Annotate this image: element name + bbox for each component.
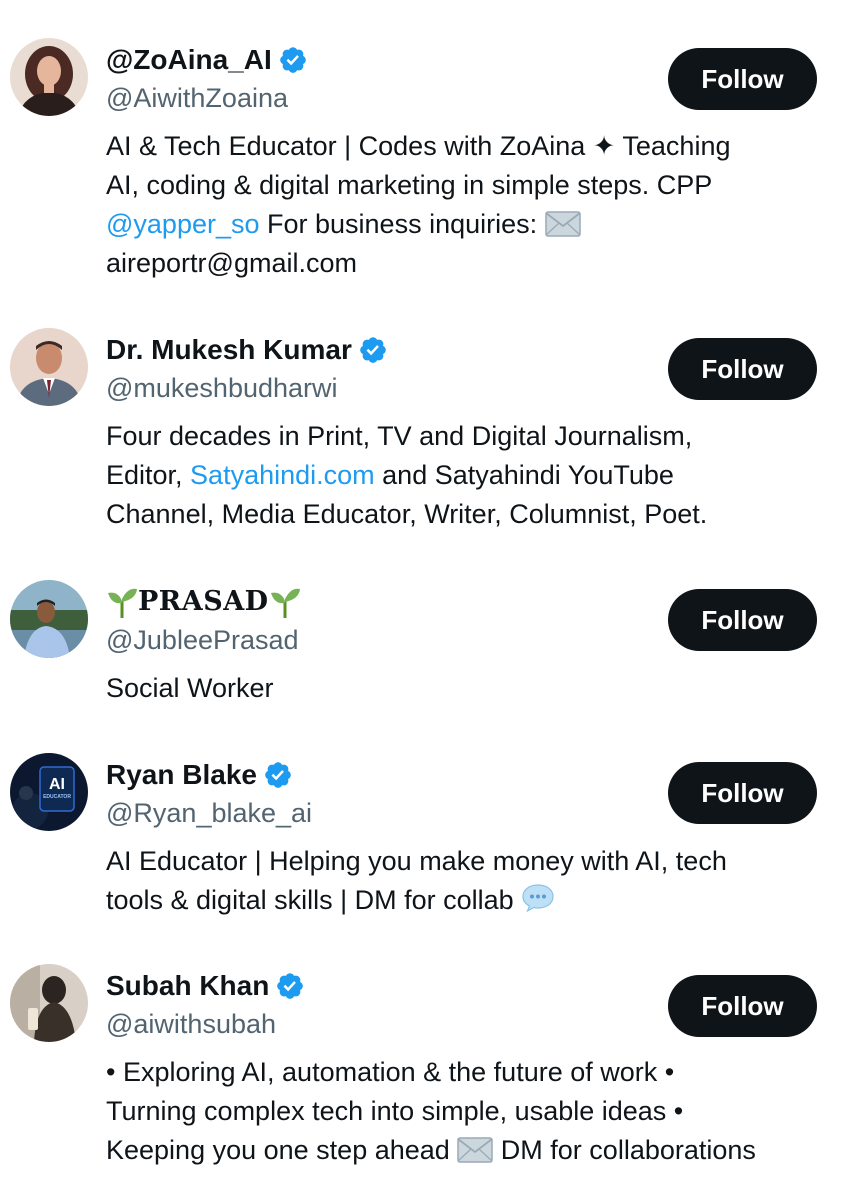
user-cell-mukesh[interactable]: Dr. Mukesh Kumar @mukeshbudharwi Four de… bbox=[0, 328, 849, 538]
user-handle[interactable]: @aiwithsubah bbox=[106, 1006, 276, 1042]
bio-text: Editor, bbox=[106, 460, 191, 490]
bio-line: AI, coding & digital marketing in simple… bbox=[106, 170, 713, 200]
bio-line: AI Educator | Helping you make money wit… bbox=[106, 846, 727, 876]
bio-line: tools & digital skills | DM for collab bbox=[106, 881, 826, 920]
bio-text: tools & digital skills | DM for collab bbox=[106, 885, 522, 915]
display-name[interactable]: PRASAD bbox=[138, 582, 269, 622]
user-handle[interactable]: @AiwithZoaina bbox=[106, 80, 288, 116]
user-cell-prasad[interactable]: PRASAD @JubleePrasad Social Worker Follo… bbox=[0, 580, 849, 710]
user-bio: • Exploring AI, automation & the future … bbox=[106, 1053, 826, 1170]
display-name[interactable]: Ryan Blake bbox=[106, 755, 257, 795]
mention-link[interactable]: @yapper_so bbox=[106, 209, 260, 239]
user-bio: Four decades in Print, TV and Digital Jo… bbox=[106, 417, 826, 534]
user-cell-subah[interactable]: Subah Khan @aiwithsubah • Exploring AI, … bbox=[0, 964, 849, 1184]
speech-balloon-emoji-icon bbox=[521, 883, 555, 913]
avatar-text: AI bbox=[49, 776, 65, 793]
avatar[interactable] bbox=[10, 964, 88, 1042]
follow-button[interactable]: Follow bbox=[668, 589, 817, 651]
bio-text: For business inquiries: bbox=[259, 209, 545, 239]
follow-button[interactable]: Follow bbox=[668, 762, 817, 824]
user-cell-ryan[interactable]: AI EDUCATOR Ryan Blake @Ryan_blake_ai AI… bbox=[0, 753, 849, 925]
user-handle[interactable]: @Ryan_blake_ai bbox=[106, 795, 312, 831]
display-name[interactable]: Subah Khan bbox=[106, 966, 269, 1006]
bio-line: Keeping you one step ahead DM for collab… bbox=[106, 1131, 826, 1170]
user-cell-zoaina[interactable]: @ZoAina_AI @AiwithZoaina AI & Tech Educa… bbox=[0, 38, 849, 288]
bio-line: Four decades in Print, TV and Digital Jo… bbox=[106, 421, 693, 451]
display-name[interactable]: @ZoAina_AI bbox=[106, 40, 272, 80]
user-bio: Social Worker bbox=[106, 669, 826, 708]
url-link[interactable]: Satyahindi.com bbox=[190, 460, 375, 490]
avatar[interactable] bbox=[10, 38, 88, 116]
user-handle[interactable]: @JubleePrasad bbox=[106, 622, 299, 658]
verified-badge-icon bbox=[275, 971, 305, 1001]
avatar-subtext: EDUCATOR bbox=[43, 794, 71, 800]
follow-button[interactable]: Follow bbox=[668, 975, 817, 1037]
bio-line: @yapper_so For business inquiries: bbox=[106, 205, 826, 244]
user-bio: AI Educator | Helping you make money wit… bbox=[106, 842, 826, 920]
bio-text: DM for collaborations bbox=[493, 1135, 756, 1165]
bio-line: Social Worker bbox=[106, 673, 274, 703]
avatar[interactable] bbox=[10, 580, 88, 658]
seedling-emoji-icon bbox=[106, 585, 138, 619]
avatar-photo bbox=[10, 328, 88, 406]
bio-line: Editor, Satyahindi.com and Satyahindi Yo… bbox=[106, 456, 826, 495]
bio-line: Turning complex tech into simple, usable… bbox=[106, 1096, 684, 1126]
bio-line: Channel, Media Educator, Writer, Columni… bbox=[106, 499, 708, 529]
avatar-photo bbox=[10, 580, 88, 658]
user-handle[interactable]: @mukeshbudharwi bbox=[106, 370, 338, 406]
avatar-photo bbox=[10, 964, 88, 1042]
follow-button[interactable]: Follow bbox=[668, 48, 817, 110]
bio-line: AI & Tech Educator | Codes with ZoAina ✦… bbox=[106, 131, 731, 161]
envelope-emoji-icon bbox=[457, 1137, 494, 1163]
avatar[interactable] bbox=[10, 328, 88, 406]
verified-badge-icon bbox=[278, 45, 308, 75]
bio-text: Keeping you one step ahead bbox=[106, 1135, 458, 1165]
bio-line: aireportr@gmail.com bbox=[106, 248, 357, 278]
seedling-emoji-icon bbox=[269, 585, 301, 619]
envelope-emoji-icon bbox=[544, 211, 581, 237]
verified-badge-icon bbox=[263, 760, 293, 790]
bio-line: • Exploring AI, automation & the future … bbox=[106, 1057, 675, 1087]
display-name[interactable]: Dr. Mukesh Kumar bbox=[106, 330, 352, 370]
bio-text: and Satyahindi YouTube bbox=[374, 460, 674, 490]
avatar[interactable]: AI EDUCATOR bbox=[10, 753, 88, 831]
avatar-photo: AI EDUCATOR bbox=[10, 753, 88, 831]
verified-badge-icon bbox=[358, 335, 388, 365]
follow-button[interactable]: Follow bbox=[668, 338, 817, 400]
avatar-photo bbox=[10, 38, 88, 116]
user-bio: AI & Tech Educator | Codes with ZoAina ✦… bbox=[106, 127, 826, 283]
